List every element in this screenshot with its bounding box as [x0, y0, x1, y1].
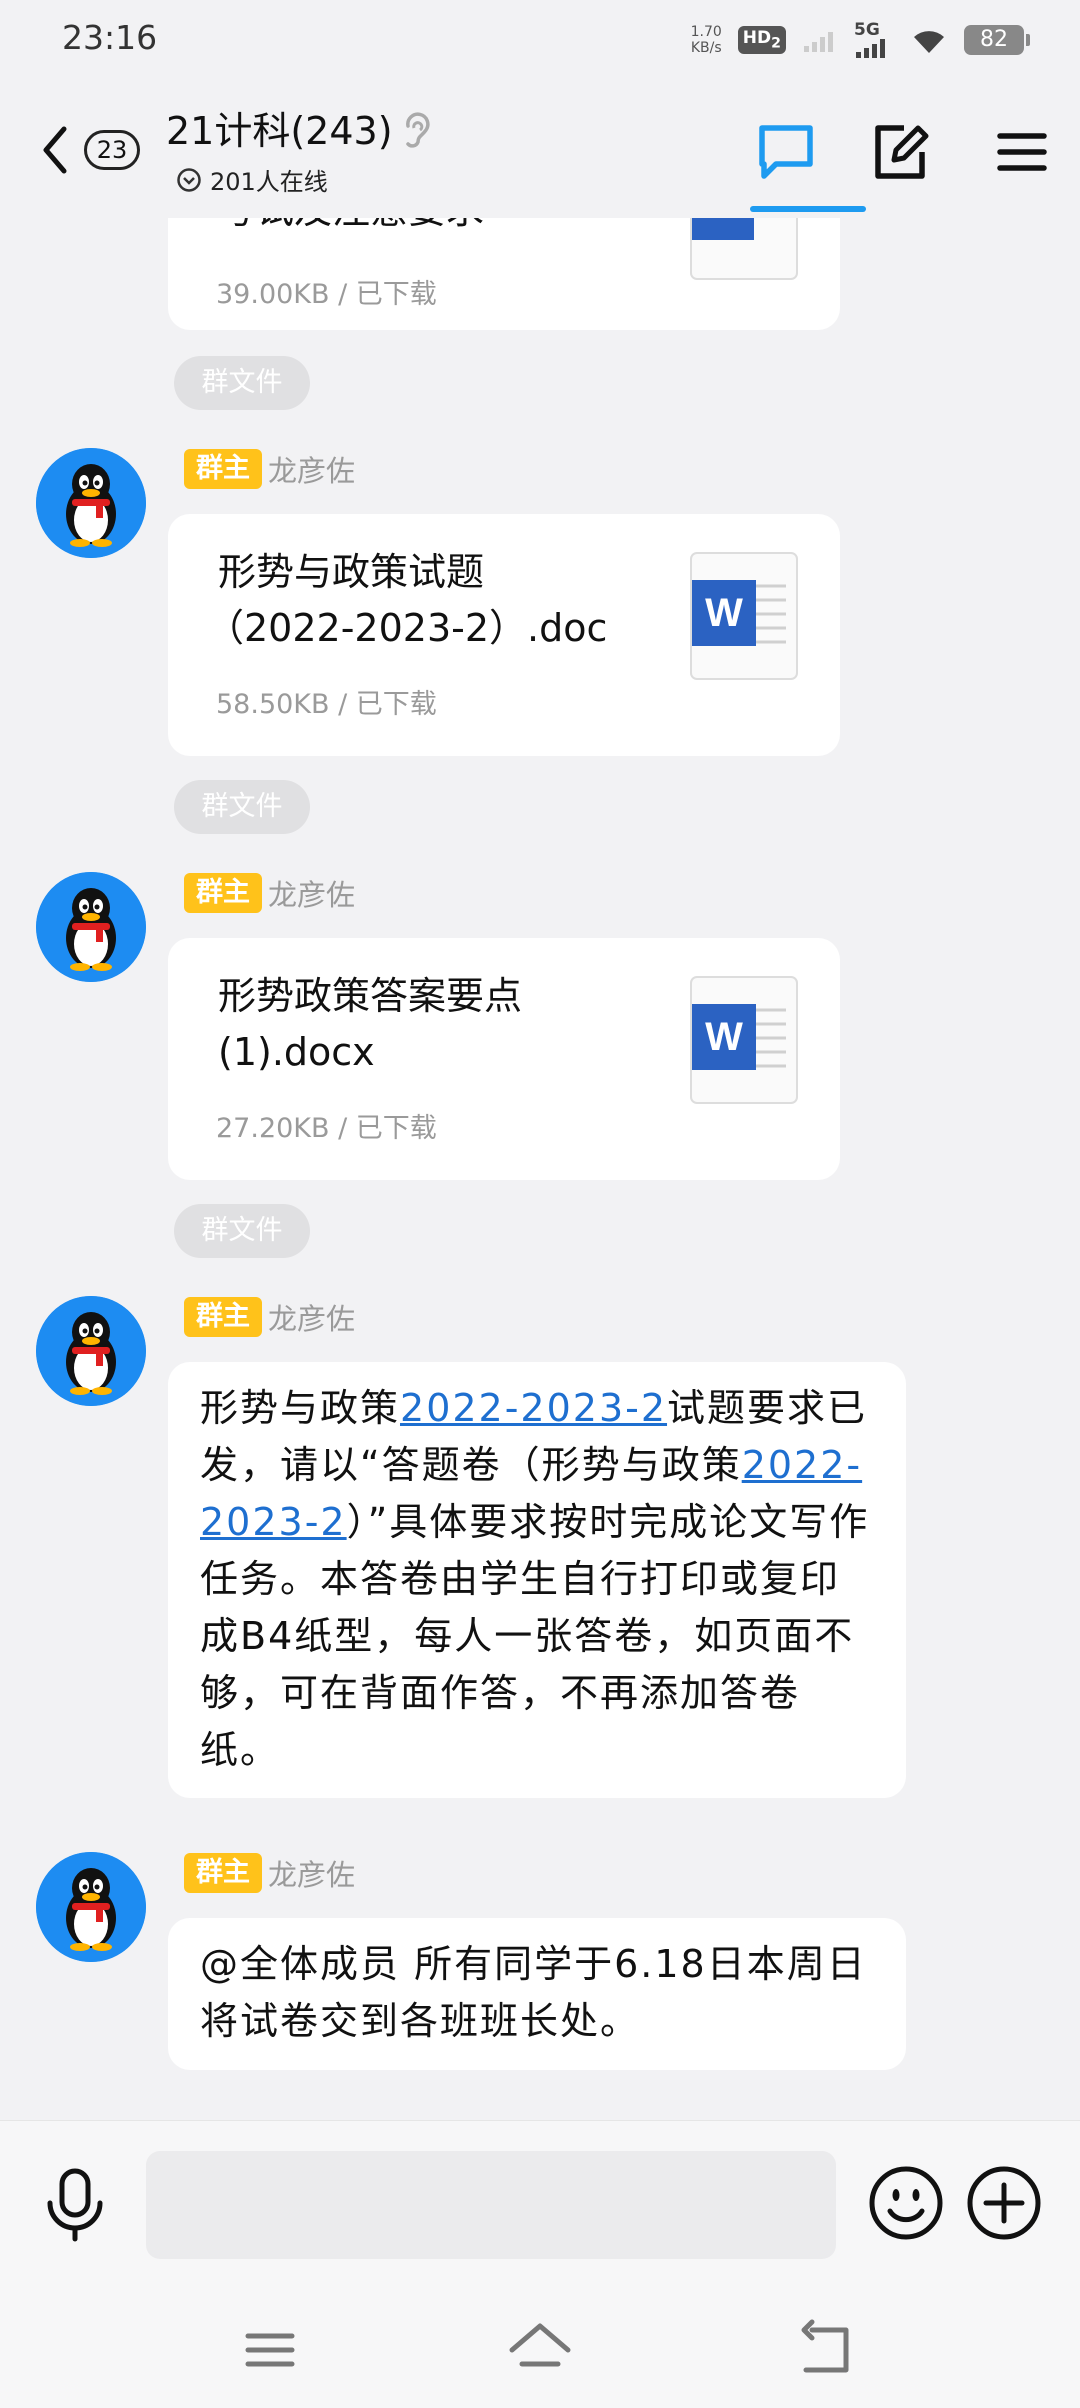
group-file-label: 群文件 [174, 356, 310, 410]
input-bar [0, 2120, 1080, 2288]
word-file-icon: W [690, 976, 798, 1104]
sender-name[interactable]: 龙彦佐 [268, 1852, 355, 1894]
date-link[interactable]: 2022-2023-2 [400, 1386, 667, 1430]
signal-weak-icon [804, 32, 833, 52]
file-message[interactable]: 形势与政策试题 （2022-2023-2）.doc 58.50KB / 已下载 … [168, 514, 840, 756]
online-count[interactable]: 201人在线 [176, 162, 328, 197]
avatar[interactable] [36, 1852, 146, 1962]
network-label: 5G [854, 20, 880, 40]
nav-back-icon[interactable] [792, 2318, 856, 2382]
svg-text:W: W [705, 591, 743, 635]
back-button[interactable]: 23 [40, 122, 150, 178]
sender-row: 群主 龙彦佐 [184, 1296, 355, 1338]
qq-penguin-avatar [36, 872, 146, 982]
hd-icon: HD2 [737, 26, 786, 54]
net-speed-unit: KB/s [690, 40, 722, 56]
sender-name[interactable]: 龙彦佐 [268, 1296, 355, 1338]
chevron-down-circle-icon [177, 167, 201, 192]
owner-tag: 群主 [184, 1853, 262, 1893]
hd-sub: 2 [771, 35, 781, 52]
qq-penguin-avatar [36, 448, 146, 558]
word-file-icon [690, 218, 798, 280]
avatar[interactable] [36, 448, 146, 558]
group-title[interactable]: 21计科(243) [166, 100, 393, 155]
message-text: @全体成员 所有同学于6.18日本周日将试卷交到各班班长处。 [200, 1942, 867, 2043]
hd-label: HD [742, 28, 772, 49]
file-meta: 27.20KB / 已下载 [216, 1113, 437, 1144]
edit-icon[interactable] [872, 122, 932, 182]
avatar[interactable] [36, 872, 146, 982]
file-name: 形势与政策试题 （2022-2023-2）.doc [206, 544, 648, 656]
owner-tag: 群主 [184, 449, 262, 489]
signal-5g-icon: 5G [854, 22, 894, 58]
file-name-line1: 形势与政策试题 [218, 550, 485, 594]
file-name-line1: 形势政策答案要点 [218, 974, 523, 1018]
mic-icon[interactable] [44, 2167, 106, 2243]
sender-row: 群主 龙彦佐 [184, 1852, 355, 1894]
nav-menu-icon[interactable] [238, 2318, 302, 2382]
status-bar: 23:16 1.70 KB/s HD2 5G 82 [0, 0, 1080, 78]
message-text: 形势与政策 [200, 1386, 401, 1430]
file-name-line2: （2022-2023-2）.doc [206, 606, 608, 650]
file-name: 形势政策答案要点 (1).docx [218, 968, 648, 1080]
group-file-label: 群文件 [174, 780, 310, 834]
menu-icon[interactable] [992, 122, 1052, 182]
message-input[interactable] [146, 2151, 836, 2259]
sender-row: 群主 龙彦佐 [184, 448, 355, 490]
chat-icon[interactable] [756, 122, 816, 182]
text-message[interactable]: @全体成员 所有同学于6.18日本周日将试卷交到各班班长处。 [168, 1918, 906, 2070]
avatar[interactable] [36, 1296, 146, 1406]
back-icon [43, 126, 67, 174]
net-speed: 1.70 KB/s [691, 24, 722, 56]
qq-penguin-avatar [36, 1852, 146, 1962]
wifi-icon [914, 31, 944, 53]
plus-icon[interactable] [966, 2165, 1042, 2241]
file-message[interactable]: 考试及注意要求 39.00KB / 已下载 [168, 218, 840, 330]
ear-icon[interactable] [400, 108, 434, 152]
file-message[interactable]: 形势政策答案要点 (1).docx 27.20KB / 已下载 W [168, 938, 840, 1180]
group-file-label: 群文件 [174, 1204, 310, 1258]
file-meta: 58.50KB / 已下载 [216, 689, 437, 720]
qq-penguin-avatar [36, 1296, 146, 1406]
chat-header: 23 21计科(243) 201人在线 [0, 78, 1080, 218]
emoji-icon[interactable] [868, 2165, 944, 2241]
owner-tag: 群主 [184, 873, 262, 913]
sender-row: 群主 龙彦佐 [184, 872, 355, 914]
text-message[interactable]: 形势与政策2022-2023-2试题要求已发，请以“答题卷（形势与政策2022-… [168, 1362, 906, 1798]
net-speed-value: 1.70 [690, 24, 722, 40]
status-time: 23:16 [62, 18, 158, 57]
file-meta: 39.00KB / 已下载 [216, 279, 437, 310]
file-name: 考试及注意要求 [218, 218, 648, 238]
sender-name[interactable]: 龙彦佐 [268, 872, 355, 914]
word-file-icon: W [690, 552, 798, 680]
file-name-line2: (1).docx [218, 1030, 375, 1074]
sender-name[interactable]: 龙彦佐 [268, 448, 355, 490]
unread-count-badge: 23 [84, 130, 140, 170]
message-list[interactable]: 考试及注意要求 39.00KB / 已下载 群文件 群主 龙彦佐 形势与政策试题… [0, 218, 1080, 2120]
system-nav-bar [0, 2288, 1080, 2408]
owner-tag: 群主 [184, 1297, 262, 1337]
nav-home-icon[interactable] [508, 2318, 572, 2382]
svg-text:W: W [705, 1015, 743, 1059]
battery-icon: 82 [964, 25, 1030, 55]
active-tab-indicator [750, 206, 866, 212]
online-count-label: 201人在线 [210, 168, 328, 196]
status-icons: 1.70 KB/s HD2 5G 82 [691, 20, 1030, 60]
